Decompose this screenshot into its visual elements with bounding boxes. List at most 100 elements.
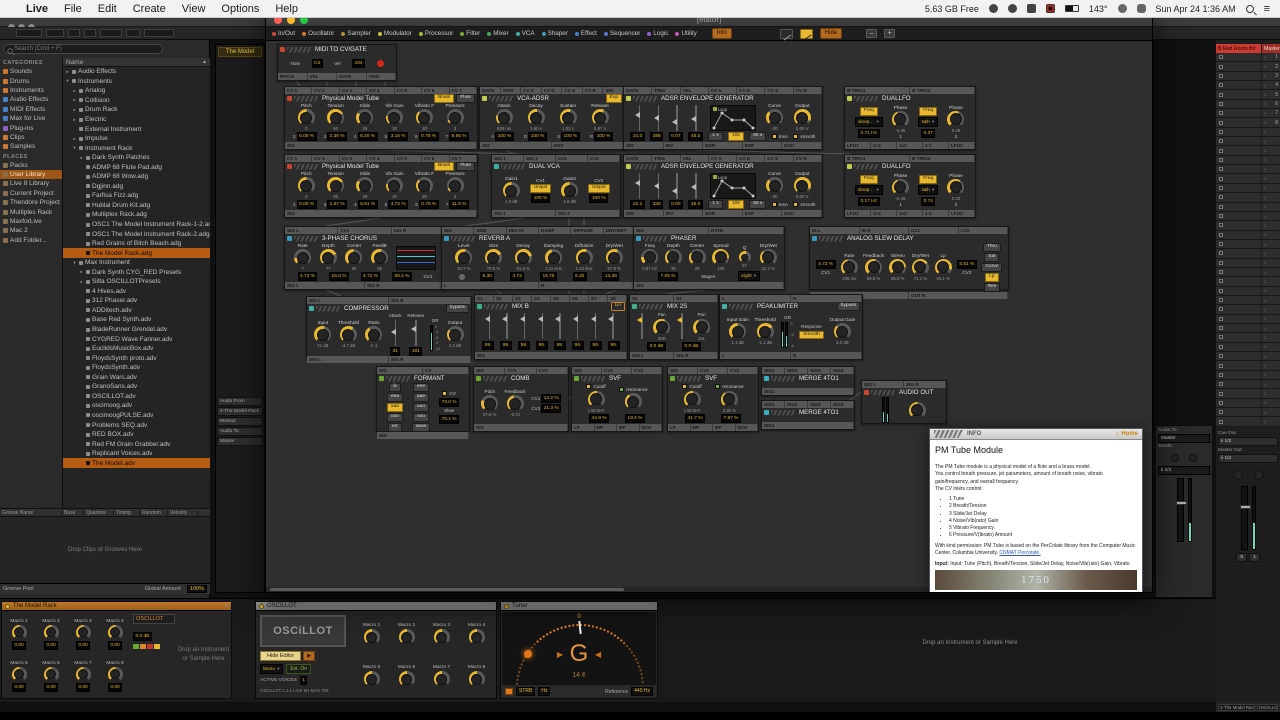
knob-dial[interactable] [386, 177, 403, 194]
knob[interactable]: Phase0.33 [947, 174, 965, 201]
port-cvr[interactable]: CV R [583, 87, 604, 94]
clip-stop-icon[interactable] [1219, 410, 1223, 414]
list-item[interactable]: ADMP 68 Flute Pad.adg [63, 162, 210, 172]
clip-stop-icon[interactable] [1219, 83, 1223, 87]
groove-column-header[interactable]: Random [140, 510, 168, 516]
port-strip[interactable]: SIGRATE [634, 227, 784, 234]
chain-device-name[interactable]: OSCILLOT [133, 614, 175, 624]
knob-dial[interactable] [447, 109, 464, 126]
clip-stop-icon[interactable] [1219, 139, 1223, 143]
port-strip[interactable]: Ø TRIG1Ø TRIG2 [845, 87, 975, 94]
module-button-res[interactable]: Res [984, 283, 1001, 292]
port-strip[interactable]: SIG LCV1SIG R [285, 227, 445, 234]
macro-dial[interactable] [364, 671, 380, 687]
knob[interactable]: Q57 [736, 246, 754, 268]
list-item[interactable]: ▸Dark Synth CYG_RED Presets [63, 267, 210, 277]
port-sig[interactable]: SIG [603, 87, 624, 94]
value-field[interactable]: 8.66 % [449, 132, 469, 141]
track-io-row[interactable]: Audio From [217, 397, 263, 406]
status-meter-icon[interactable] [1046, 4, 1055, 13]
value-field[interactable]: 4.72 % [298, 272, 318, 281]
port-cvs[interactable]: CV S [765, 155, 793, 162]
port-s3[interactable]: S3 [513, 295, 532, 302]
port-sig1[interactable]: SIG1 [762, 401, 785, 408]
module-button-10s[interactable]: 10s [728, 200, 744, 209]
port-s2[interactable]: S2 [494, 295, 513, 302]
knob-dial[interactable] [356, 177, 373, 194]
scene-play-icon[interactable]: ▷ [1264, 73, 1267, 78]
module-button-unipol[interactable]: Unipol [530, 184, 552, 193]
port-strip[interactable]: SIG LSIG R [630, 352, 718, 359]
value-field[interactable]: 99. [518, 341, 530, 350]
module-button-unipol[interactable]: Unipol [588, 184, 610, 193]
port-strip[interactable]: LFO11+21x21-2LFO2 [845, 210, 975, 217]
list-item[interactable]: ▾Max Instrument [63, 258, 210, 268]
list-item[interactable]: Farfisa Fizz.adg [63, 191, 210, 201]
value-field[interactable]: 11.8 % [449, 200, 469, 209]
macro-knob[interactable]: Macro 5 [354, 655, 389, 697]
value-field[interactable]: 7.09 % [658, 272, 678, 281]
port-12[interactable]: 1-2 [923, 210, 949, 217]
clip-stop-icon[interactable] [1219, 167, 1223, 171]
port-strip[interactable]: Ø TRIG1Ø TRIG2 [845, 155, 975, 162]
port-cv1[interactable]: CV1 [505, 367, 536, 374]
zoom-in-button[interactable]: + [884, 29, 895, 38]
value-field[interactable]: 99. [590, 341, 602, 350]
port-sig[interactable]: SIG [475, 352, 627, 359]
scene-slot[interactable]: ▷ [1262, 315, 1280, 324]
knob-dial[interactable] [592, 109, 609, 126]
module-button-oou[interactable]: oou [413, 413, 429, 422]
device-titlebar[interactable]: The Model Rack ▾ [2, 602, 231, 611]
scene-slot[interactable]: ▷4 [1262, 81, 1280, 90]
port-cv1[interactable]: CV1 [698, 367, 728, 374]
clip-stop-icon[interactable] [1219, 326, 1223, 330]
knob[interactable]: Center59 [345, 244, 363, 271]
clip-slot[interactable] [1216, 371, 1261, 380]
module-button-eee[interactable]: eee [413, 383, 429, 392]
module-button-www[interactable]: www [412, 423, 430, 432]
port-strip[interactable]: IN LIN RCV1CV2 [810, 227, 1008, 234]
clip-stop-icon[interactable] [1219, 335, 1223, 339]
clip-slot[interactable] [1216, 361, 1261, 370]
clip-slot[interactable] [1216, 399, 1261, 408]
module-button-10s[interactable]: 10s [728, 132, 744, 141]
port-eof[interactable]: EOF [743, 142, 783, 149]
clip-stop-icon[interactable] [1219, 317, 1223, 321]
list-item[interactable]: External Instrument [63, 124, 210, 134]
knob[interactable]: Rate345 ms [840, 254, 858, 281]
macro-value[interactable]: 0.00 [108, 641, 122, 650]
knob[interactable]: Stereo85.8 % [889, 254, 907, 281]
scene-play-icon[interactable]: ▷ [1264, 288, 1267, 293]
port-strip[interactable]: SIG [634, 282, 784, 289]
port-12[interactable]: 1-2 [923, 142, 949, 149]
menu-view[interactable]: View [182, 3, 206, 15]
knob[interactable]: Threshold-1.1 dB [754, 318, 775, 345]
port-strip[interactable]: S1S2 [630, 295, 718, 302]
knob-dial[interactable] [947, 111, 964, 128]
port-sig3[interactable]: SIG3 [808, 367, 831, 374]
chain-hot-swap-icon[interactable] [147, 644, 153, 649]
scene-slot[interactable]: ▷6 [1262, 100, 1280, 109]
list-item[interactable]: BladeRunner Grendel.adv [63, 325, 210, 335]
scene-play-icon[interactable]: ▷ [1264, 316, 1267, 321]
macro-dial[interactable] [469, 671, 485, 687]
knob[interactable]: Pressure3 [445, 172, 464, 199]
clock-icon[interactable] [1118, 4, 1127, 13]
scene-slot[interactable]: ▷ [1262, 240, 1280, 249]
scene-slot[interactable]: ▷ [1262, 305, 1280, 314]
value-field[interactable]: 4.72 % [361, 272, 381, 281]
scene-slot[interactable]: ▷ [1262, 146, 1280, 155]
macro-knob[interactable]: Macro 3 [424, 613, 459, 655]
clip-slot[interactable] [1216, 62, 1261, 71]
port-sig1[interactable]: SIG1 [762, 388, 854, 395]
disclosure-triangle-icon[interactable]: ▸ [79, 279, 84, 285]
list-item[interactable]: GranoSans.adv [63, 382, 210, 392]
value-field[interactable]: 1.57 % [327, 200, 347, 209]
scene-play-icon[interactable]: ▷ [1264, 279, 1267, 284]
scene-play-icon[interactable]: ▷ [1264, 298, 1267, 303]
macro-dial[interactable] [12, 625, 27, 640]
port-sig[interactable]: SIG [572, 367, 602, 374]
header-button-exp[interactable]: Exp [606, 94, 622, 103]
toolbar-category-oscillator[interactable]: Oscillator [302, 30, 334, 37]
knob[interactable]: Output5.00 V [793, 172, 811, 199]
